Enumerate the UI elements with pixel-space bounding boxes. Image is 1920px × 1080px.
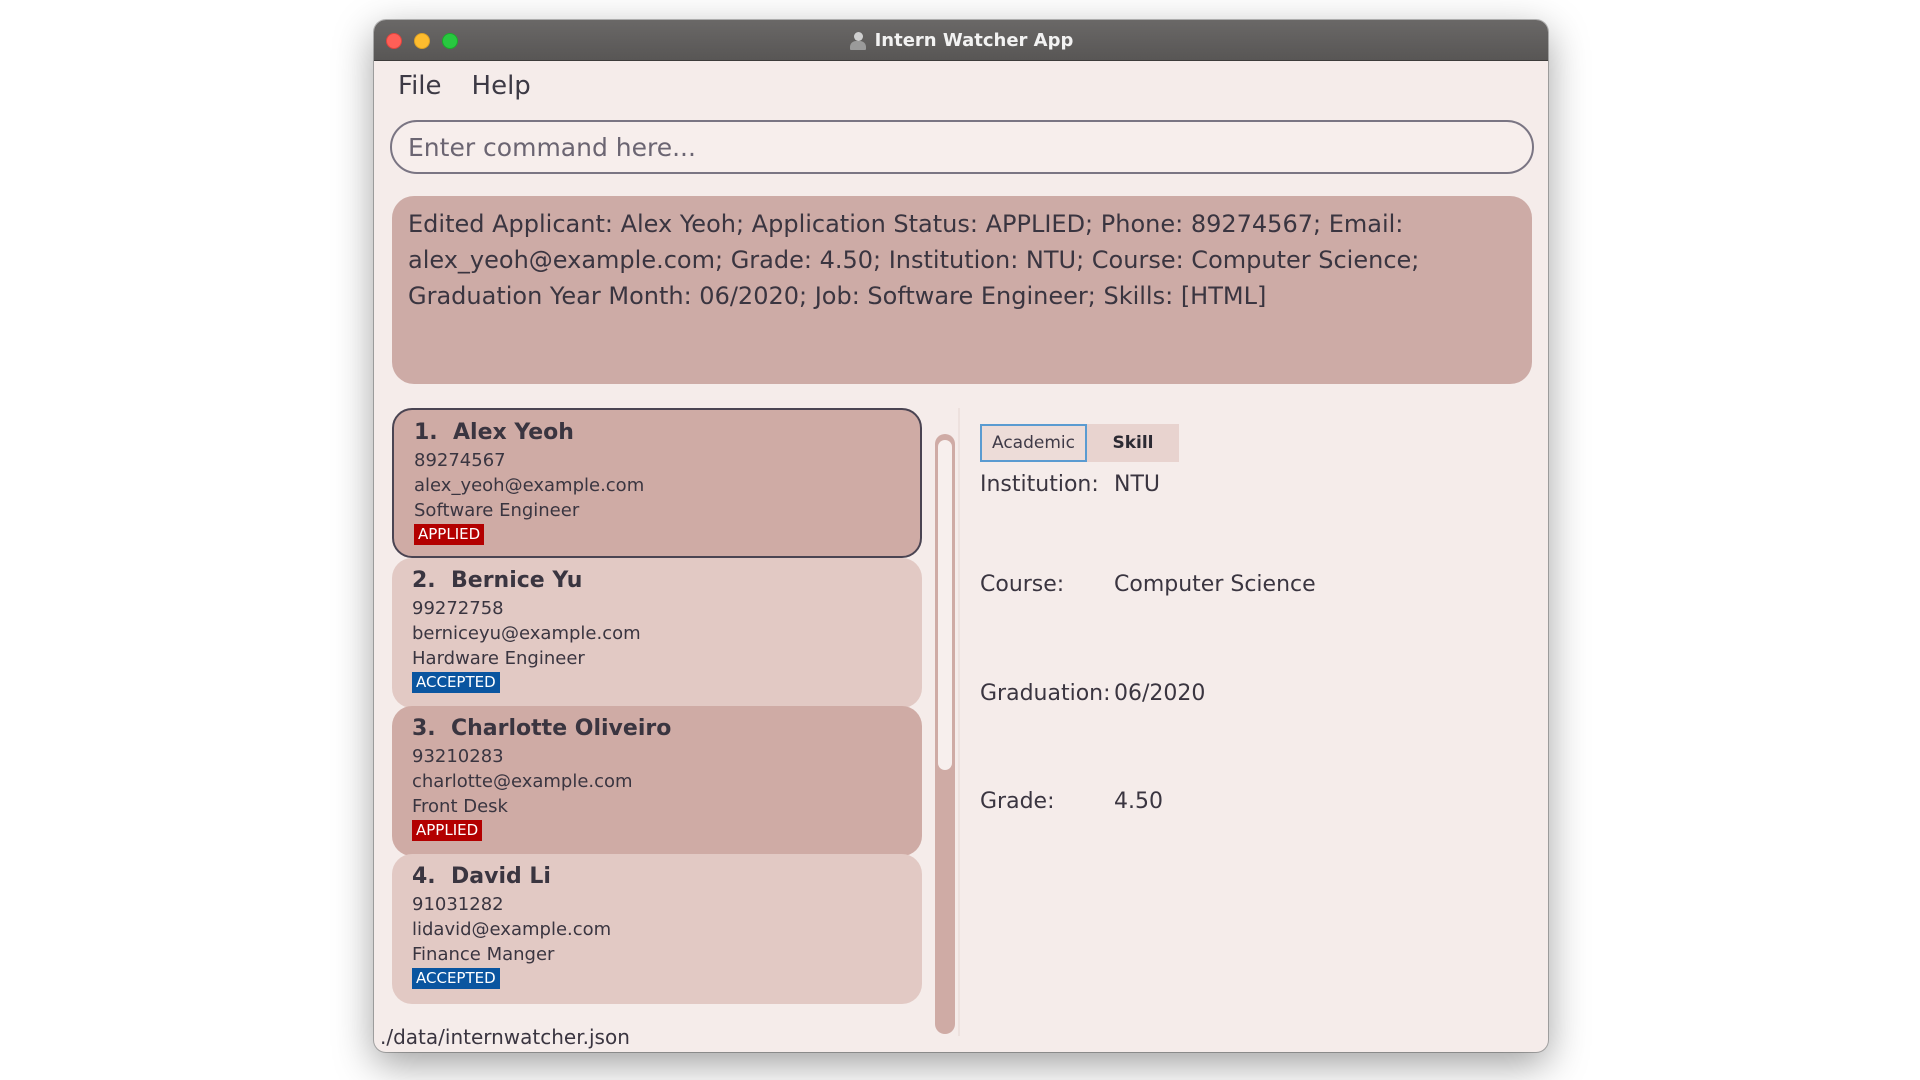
grade-value: 4.50 xyxy=(1114,789,1163,814)
menu-help[interactable]: Help xyxy=(472,71,531,101)
window-title: Intern Watcher App xyxy=(374,20,1548,61)
applicant-card[interactable]: 1. Alex Yeoh 89274567 alex_yeoh@example.… xyxy=(392,408,922,558)
applicant-email: berniceyu@example.com xyxy=(412,623,641,644)
menu-file[interactable]: File xyxy=(398,71,442,101)
scrollbar-thumb[interactable] xyxy=(938,440,952,770)
applicant-email: alex_yeoh@example.com xyxy=(414,475,645,496)
tab-academic[interactable]: Academic xyxy=(980,424,1087,462)
status-badge: APPLIED xyxy=(412,820,483,841)
applicant-card[interactable]: 4. David Li 91031282 lidavid@example.com… xyxy=(392,854,922,1004)
course-value: Computer Science xyxy=(1114,572,1316,597)
graduation-label: Graduation: xyxy=(980,681,1111,706)
list-scrollbar[interactable] xyxy=(935,434,955,1034)
applicant-phone: 91031282 xyxy=(412,894,504,915)
app-user-icon xyxy=(849,31,867,51)
details-tabs: Academic Skill xyxy=(980,424,1179,462)
applicant-job: Hardware Engineer xyxy=(412,648,585,669)
applicant-details-panel: Academic Skill Institution: NTU Course: … xyxy=(976,408,1536,1036)
status-badge: ACCEPTED xyxy=(412,672,500,693)
applicant-job: Software Engineer xyxy=(414,500,580,521)
applicant-phone: 89274567 xyxy=(414,450,506,471)
applicant-name: 2. Bernice Yu xyxy=(412,568,583,593)
menu-bar: File Help xyxy=(398,66,531,106)
applicant-phone: 93210283 xyxy=(412,746,504,767)
applicant-card[interactable]: 3. Charlotte Oliveiro 93210283 charlotte… xyxy=(392,706,922,856)
window-title-text: Intern Watcher App xyxy=(874,30,1074,51)
applicant-card[interactable]: 2. Bernice Yu 99272758 berniceyu@example… xyxy=(392,558,922,708)
applicant-email: lidavid@example.com xyxy=(412,919,612,940)
applicant-list: 1. Alex Yeoh 89274567 alex_yeoh@example.… xyxy=(388,408,955,1036)
status-badge: APPLIED xyxy=(414,524,485,545)
applicant-job: Finance Manger xyxy=(412,944,555,965)
title-bar: Intern Watcher App xyxy=(374,20,1548,61)
tab-skill[interactable]: Skill xyxy=(1086,424,1179,462)
course-label: Course: xyxy=(980,572,1065,597)
result-display: Edited Applicant: Alex Yeoh; Application… xyxy=(392,196,1532,384)
applicant-job: Front Desk xyxy=(412,796,508,817)
applicant-name: 4. David Li xyxy=(412,864,551,889)
applicant-name: 1. Alex Yeoh xyxy=(414,420,574,445)
grade-label: Grade: xyxy=(980,789,1055,814)
command-input[interactable] xyxy=(390,120,1534,174)
status-badge: ACCEPTED xyxy=(412,968,500,989)
institution-label: Institution: xyxy=(980,472,1099,497)
app-window: Intern Watcher App File Help Edited Appl… xyxy=(374,20,1548,1052)
applicant-phone: 99272758 xyxy=(412,598,504,619)
institution-value: NTU xyxy=(1114,472,1160,497)
graduation-value: 06/2020 xyxy=(1114,681,1206,706)
applicant-email: charlotte@example.com xyxy=(412,771,633,792)
panel-divider xyxy=(958,408,960,1036)
applicant-name: 3. Charlotte Oliveiro xyxy=(412,716,672,741)
status-bar-path: ./data/internwatcher.json xyxy=(380,1025,630,1049)
